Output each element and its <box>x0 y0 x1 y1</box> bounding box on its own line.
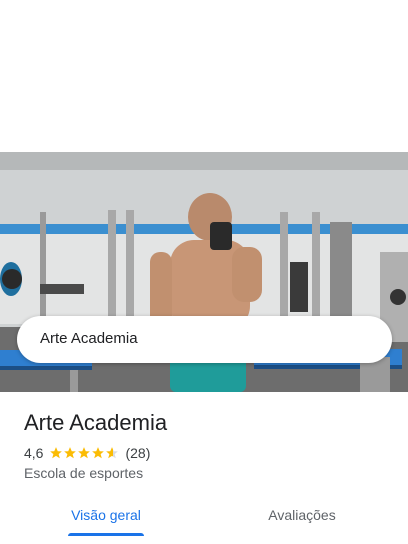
active-tab-indicator <box>68 533 144 536</box>
tab-overview[interactable]: Visão geral <box>44 495 168 535</box>
star-icon <box>64 447 77 459</box>
search-icon[interactable] <box>303 328 327 352</box>
place-photo[interactable]: Arte Academia <box>0 152 408 392</box>
place-name: Arte Academia <box>24 410 168 435</box>
rating-value: 4,6 <box>24 445 44 461</box>
star-icon <box>78 447 91 459</box>
half-star-icon <box>106 447 119 459</box>
place-category: Escola de esportes <box>24 465 144 481</box>
search-bar[interactable]: Arte Academia <box>17 316 392 363</box>
review-count[interactable]: (28) <box>125 445 150 461</box>
star-icon <box>92 447 105 459</box>
search-input[interactable]: Arte Academia <box>40 330 138 348</box>
rating-row[interactable]: 4,6 (28) <box>24 444 150 462</box>
close-icon[interactable] <box>353 328 377 352</box>
tab-reviews[interactable]: Avaliações <box>240 495 364 535</box>
rating-stars <box>49 446 119 460</box>
blank-area <box>0 0 408 152</box>
tab-bar: Visão geral Avaliações <box>0 495 408 544</box>
star-icon <box>50 447 63 459</box>
